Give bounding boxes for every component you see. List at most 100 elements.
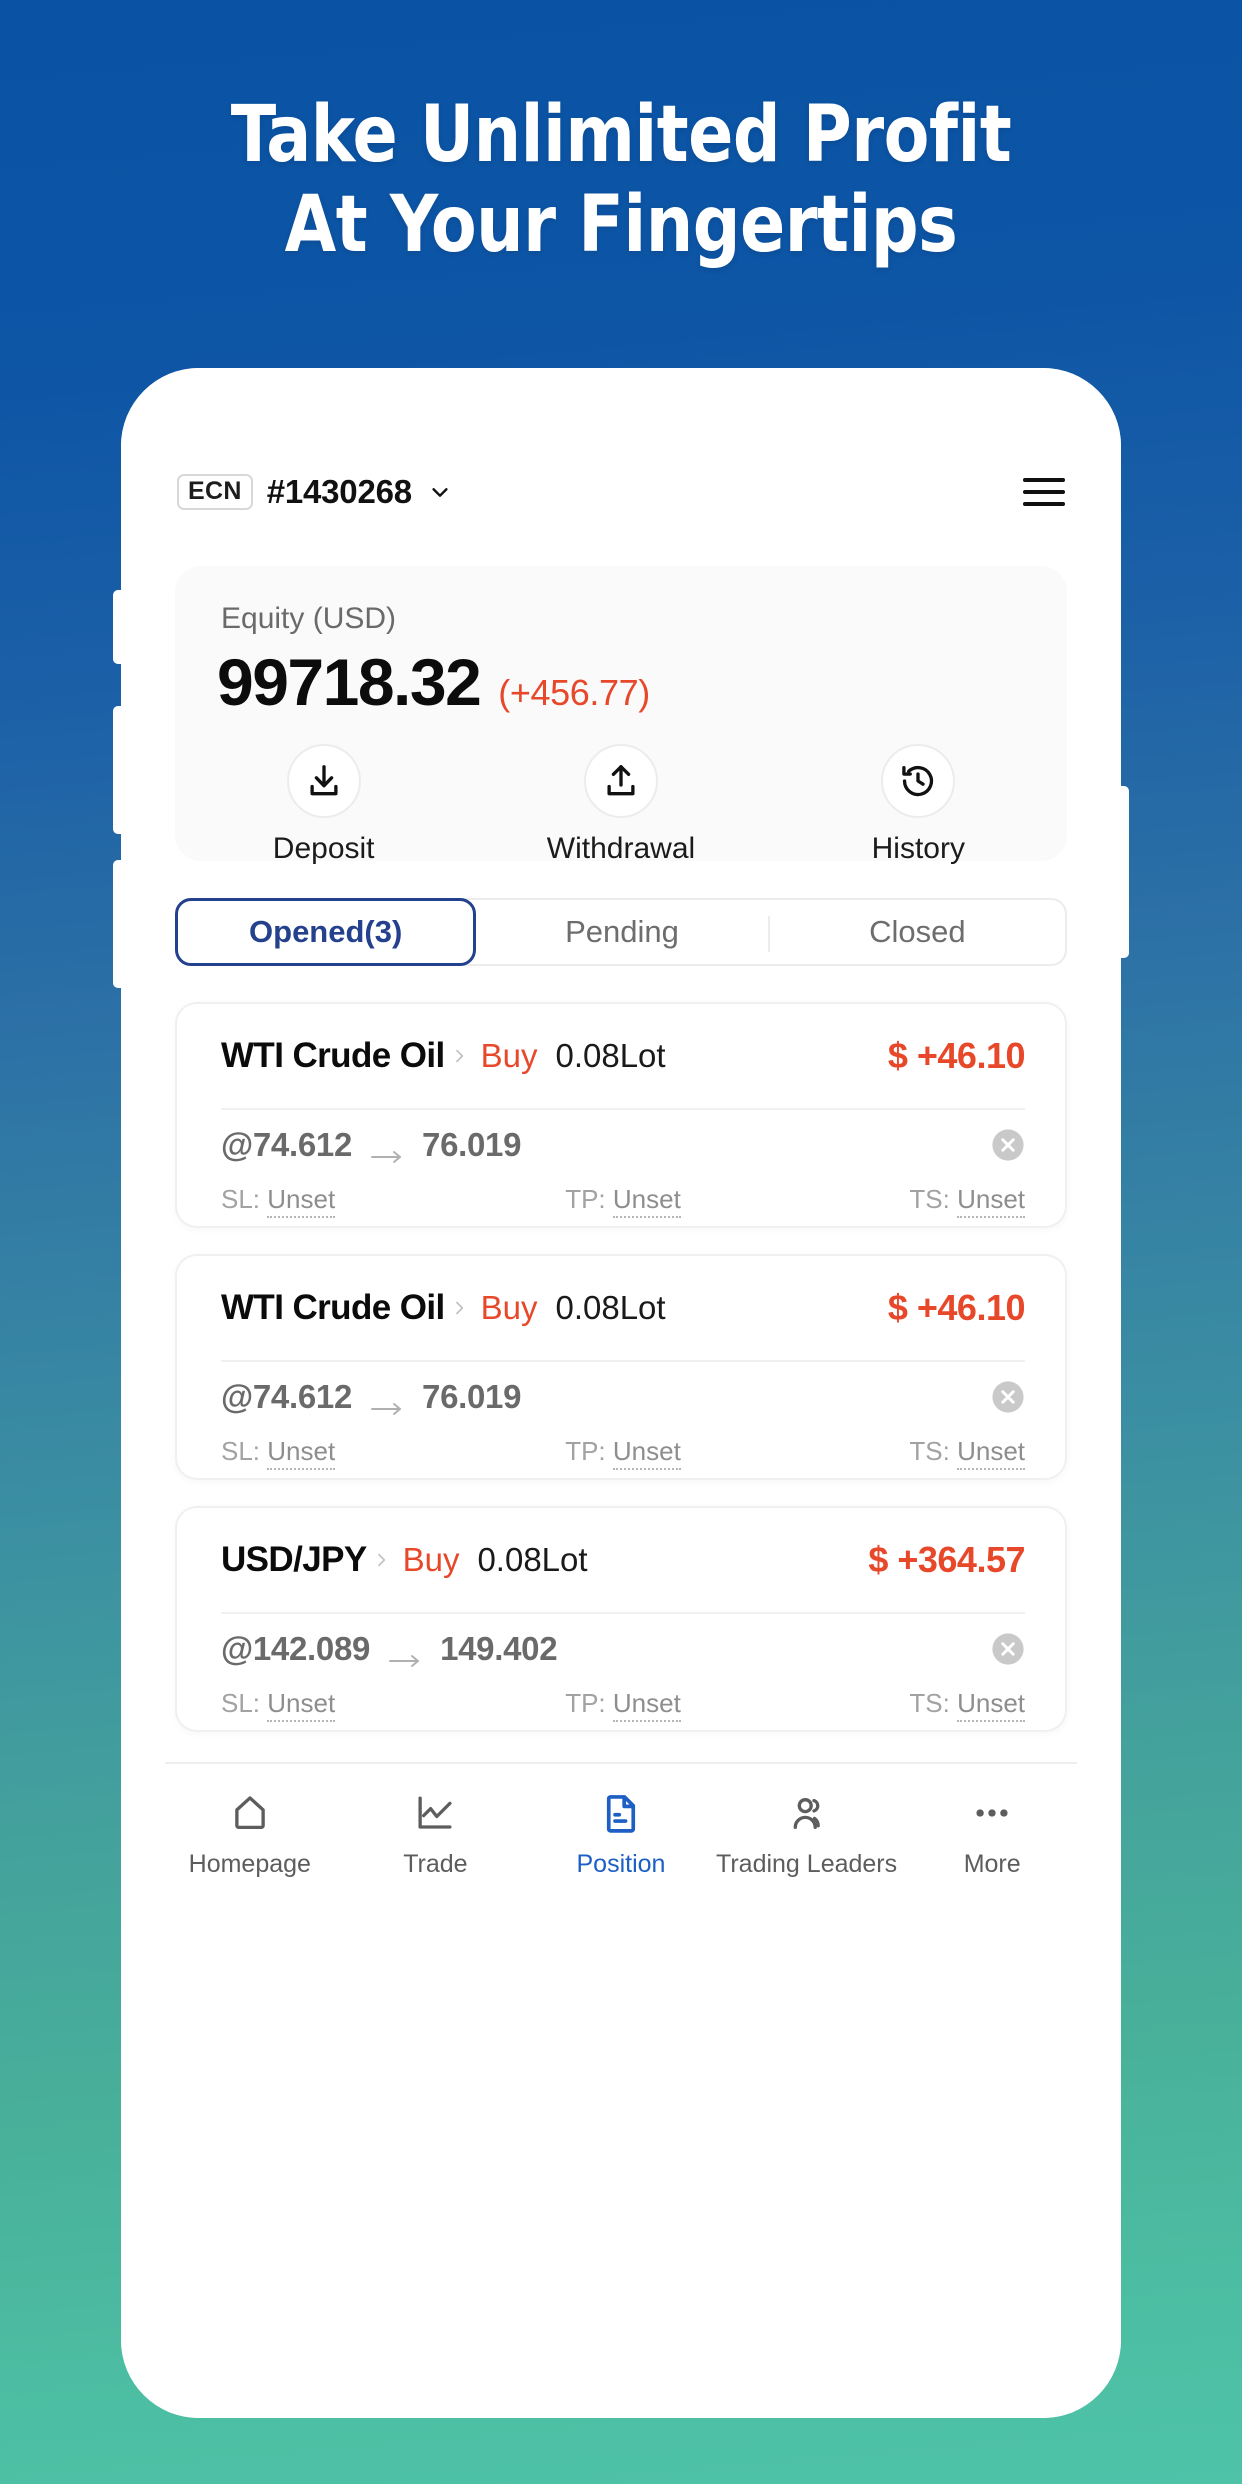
card-divider bbox=[221, 1108, 1025, 1110]
position-card[interactable]: WTI Crude Oil Buy 0.08Lot $ +46.10 @74.6… bbox=[175, 1002, 1067, 1228]
clock-rewind-icon bbox=[881, 744, 956, 818]
nav-item-trade[interactable]: Trade bbox=[343, 1790, 529, 1879]
app-header: ECN #1430268 bbox=[121, 460, 1121, 524]
stop-loss-field[interactable]: SL: Unset bbox=[221, 1436, 489, 1470]
people-icon bbox=[786, 1790, 828, 1836]
symbol-group[interactable]: WTI Crude Oil bbox=[221, 1288, 481, 1328]
current-price: 76.019 bbox=[422, 1378, 522, 1415]
position-header: WTI Crude Oil Buy 0.08Lot $ +46.10 bbox=[177, 1004, 1069, 1108]
equity-change: (+456.77) bbox=[498, 672, 650, 713]
open-price: @142.089 bbox=[221, 1630, 371, 1667]
history-button[interactable]: History bbox=[770, 744, 1067, 866]
trailing-stop-field[interactable]: TS: Unset bbox=[757, 1688, 1025, 1722]
sl-value: Unset bbox=[267, 1688, 336, 1722]
hero-headline-line-2: At Your Fingertips bbox=[284, 179, 958, 270]
take-profit-field[interactable]: TP: Unset bbox=[489, 1184, 757, 1218]
nav-item-homepage[interactable]: Homepage bbox=[157, 1790, 343, 1879]
download-arrow-icon bbox=[286, 744, 361, 818]
withdrawal-button[interactable]: Withdrawal bbox=[472, 744, 769, 866]
nav-label-more: More bbox=[963, 1849, 1021, 1878]
order-pnl: $ +46.10 bbox=[887, 1035, 1026, 1076]
tab-closed[interactable]: Closed bbox=[770, 900, 1065, 964]
upload-arrow-icon bbox=[583, 744, 658, 818]
nav-label-trading-leaders: Trading Leaders bbox=[716, 1849, 898, 1878]
price-row: @142.089 149.402 bbox=[221, 1630, 1025, 1668]
sl-value: Unset bbox=[267, 1436, 336, 1470]
position-header: WTI Crude Oil Buy 0.08Lot $ +46.10 bbox=[177, 1256, 1069, 1360]
tp-label: TP: bbox=[565, 1688, 606, 1718]
order-pnl: $ +46.10 bbox=[887, 1287, 1026, 1328]
order-lot: 0.08Lot bbox=[555, 1037, 666, 1074]
hamburger-menu-icon[interactable] bbox=[1023, 478, 1065, 506]
equity-label: Equity (USD) bbox=[221, 602, 397, 635]
home-icon bbox=[229, 1790, 271, 1836]
trailing-stop-field[interactable]: TS: Unset bbox=[757, 1436, 1025, 1470]
trailing-stop-field[interactable]: TS: Unset bbox=[757, 1184, 1025, 1218]
account-selector[interactable]: ECN #1430268 bbox=[177, 473, 451, 511]
price-group: @74.612 76.019 bbox=[221, 1378, 521, 1416]
tp-value: Unset bbox=[612, 1436, 681, 1470]
close-position-icon[interactable] bbox=[991, 1380, 1025, 1414]
sltp-row: SL: Unset TP: Unset TS: Unset bbox=[221, 1184, 1025, 1218]
current-price: 76.019 bbox=[422, 1126, 522, 1163]
price-group: @142.089 149.402 bbox=[221, 1630, 558, 1668]
symbol-group[interactable]: USD/JPY bbox=[221, 1540, 403, 1580]
ts-label: TS: bbox=[909, 1184, 950, 1214]
card-divider bbox=[221, 1612, 1025, 1614]
tab-pending-label: Pending bbox=[565, 914, 679, 949]
phone-mockup: ECN #1430268 Equity (USD) 99718.32 (+456… bbox=[113, 368, 1129, 2418]
take-profit-field[interactable]: TP: Unset bbox=[489, 1688, 757, 1722]
tab-pending[interactable]: Pending bbox=[474, 900, 770, 964]
order-side: Buy bbox=[402, 1541, 460, 1578]
tp-label: TP: bbox=[565, 1184, 606, 1214]
nav-item-position[interactable]: Position bbox=[528, 1790, 714, 1879]
equity-card: Equity (USD) 99718.32 (+456.77) Deposit bbox=[175, 566, 1067, 865]
arrow-right-icon bbox=[370, 1388, 404, 1415]
close-position-icon[interactable] bbox=[991, 1632, 1025, 1666]
nav-item-more[interactable]: More bbox=[899, 1790, 1085, 1879]
equity-value: 99718.32 bbox=[217, 645, 482, 719]
account-number: #1430268 bbox=[266, 473, 412, 510]
sl-label: SL: bbox=[221, 1436, 261, 1466]
ts-value: Unset bbox=[957, 1688, 1025, 1722]
chevron-right-icon bbox=[373, 1552, 389, 1568]
open-price: @74.612 bbox=[221, 1378, 353, 1415]
close-position-icon[interactable] bbox=[991, 1128, 1025, 1162]
chevron-down-icon bbox=[429, 481, 451, 503]
nav-label-homepage: Homepage bbox=[188, 1849, 311, 1878]
deposit-button[interactable]: Deposit bbox=[175, 744, 472, 866]
line-chart-icon bbox=[414, 1790, 456, 1836]
symbol-name: USD/JPY bbox=[221, 1540, 367, 1579]
ts-value: Unset bbox=[957, 1184, 1025, 1218]
stop-loss-field[interactable]: SL: Unset bbox=[221, 1184, 489, 1218]
document-icon bbox=[600, 1790, 642, 1836]
stop-loss-field[interactable]: SL: Unset bbox=[221, 1688, 489, 1722]
hamburger-bar bbox=[1023, 490, 1065, 494]
position-card[interactable]: WTI Crude Oil Buy 0.08Lot $ +46.10 @74.6… bbox=[175, 1254, 1067, 1480]
phone-body: ECN #1430268 Equity (USD) 99718.32 (+456… bbox=[121, 368, 1121, 2418]
symbol-name: WTI Crude Oil bbox=[221, 1036, 445, 1075]
price-row: @74.612 76.019 bbox=[221, 1126, 1025, 1164]
position-card[interactable]: USD/JPY Buy 0.08Lot $ +364.57 @142.089 1… bbox=[175, 1506, 1067, 1732]
bottom-navigation: Homepage Trade Position Trading Leaders … bbox=[121, 1764, 1121, 1904]
history-label: History bbox=[871, 832, 965, 865]
nav-item-trading-leaders[interactable]: Trading Leaders bbox=[714, 1790, 900, 1879]
order-side: Buy bbox=[480, 1037, 538, 1074]
tab-opened[interactable]: Opened(3) bbox=[175, 898, 477, 966]
sl-label: SL: bbox=[221, 1184, 261, 1214]
hero-headline-line-1: Take Unlimited Profit bbox=[230, 90, 1012, 180]
position-tabs: Opened(3) Pending Closed bbox=[175, 898, 1067, 966]
ts-label: TS: bbox=[909, 1436, 950, 1466]
ellipsis-icon bbox=[971, 1790, 1013, 1836]
take-profit-field[interactable]: TP: Unset bbox=[489, 1436, 757, 1470]
nav-label-position: Position bbox=[576, 1849, 666, 1878]
order-pnl: $ +364.57 bbox=[868, 1539, 1025, 1580]
ts-value: Unset bbox=[957, 1436, 1025, 1470]
arrow-right-icon bbox=[388, 1640, 422, 1667]
symbol-group[interactable]: WTI Crude Oil bbox=[221, 1036, 481, 1076]
chevron-right-icon bbox=[451, 1048, 467, 1064]
withdrawal-label: Withdrawal bbox=[546, 832, 696, 865]
order-lot: 0.08Lot bbox=[555, 1289, 666, 1326]
sltp-row: SL: Unset TP: Unset TS: Unset bbox=[221, 1688, 1025, 1722]
position-header: USD/JPY Buy 0.08Lot $ +364.57 bbox=[177, 1508, 1069, 1612]
